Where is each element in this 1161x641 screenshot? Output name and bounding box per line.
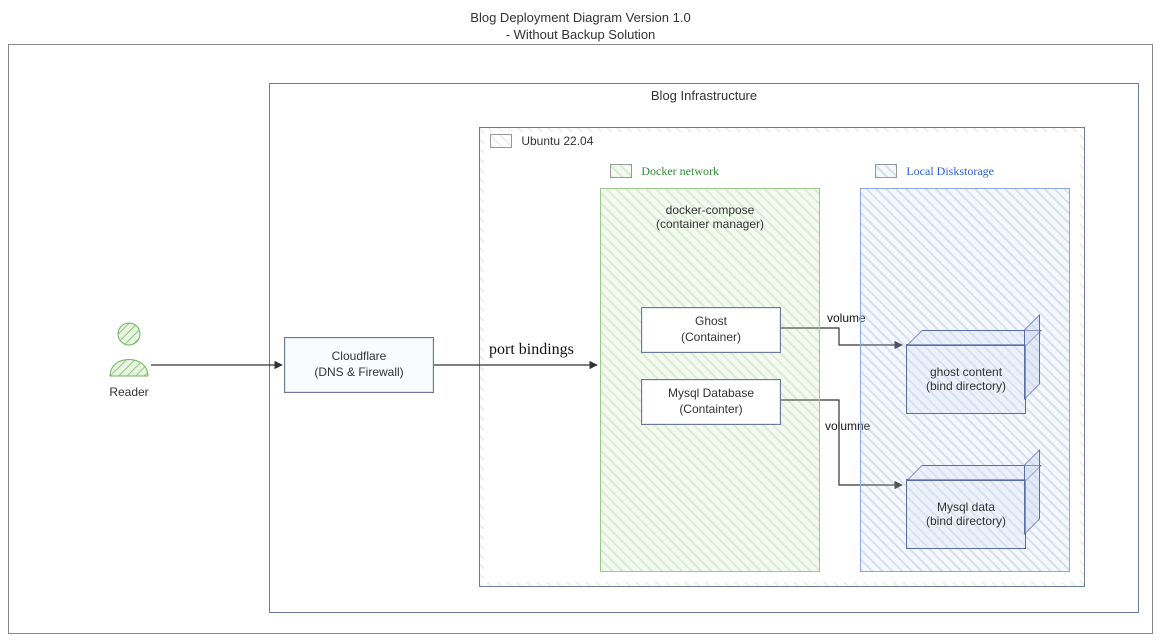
- region-local-disk: ghost content (bind directory) Mysql dat…: [860, 188, 1070, 572]
- vol-ghost-line2: (bind directory): [926, 379, 1006, 393]
- canvas-frame: Reader Cloudflare (DNS & Firewall) Blog …: [8, 44, 1153, 634]
- ghost-line1: Ghost: [695, 314, 727, 330]
- node-mysql: Mysql Database (Containter): [641, 379, 781, 425]
- user-icon: [106, 320, 152, 378]
- vol-mysql-line1: Mysql data: [937, 500, 995, 514]
- volume-mysql-data: Mysql data (bind directory): [906, 479, 1026, 549]
- docker-net-title: Docker network: [641, 164, 719, 178]
- actor-reader: Reader: [99, 320, 159, 399]
- compose-label: docker-compose (container manager): [601, 203, 819, 231]
- disk-label: Local Diskstorage: [875, 164, 994, 179]
- swatch-icon: [610, 164, 632, 178]
- mysql-line2: (Containter): [679, 402, 742, 418]
- node-ghost: Ghost (Container): [641, 307, 781, 353]
- title-line2: - Without Backup Solution: [0, 27, 1161, 44]
- ghost-line2: (Container): [681, 330, 741, 346]
- region-docker-network: docker-compose (container manager) Ghost…: [600, 188, 820, 572]
- swatch-icon: [875, 164, 897, 178]
- ubuntu-title-wrap: Ubuntu 22.04: [490, 134, 593, 148]
- swatch-icon: [490, 134, 512, 148]
- disk-title: Local Diskstorage: [906, 164, 994, 178]
- compose-line2: (container manager): [601, 217, 819, 231]
- docker-net-label: Docker network: [610, 164, 719, 179]
- vol-ghost-line1: ghost content: [930, 365, 1002, 379]
- compose-line1: docker-compose: [601, 203, 819, 217]
- volume-ghost-content: ghost content (bind directory): [906, 344, 1026, 414]
- edge-label-port: port bindings: [489, 341, 574, 359]
- infra-title: Blog Infrastructure: [270, 88, 1138, 103]
- diagram-title: Blog Deployment Diagram Version 1.0 - Wi…: [0, 10, 1161, 44]
- mysql-line1: Mysql Database: [668, 386, 754, 402]
- actor-label: Reader: [99, 385, 159, 399]
- ubuntu-title: Ubuntu 22.04: [521, 134, 593, 148]
- title-line1: Blog Deployment Diagram Version 1.0: [0, 10, 1161, 27]
- vol-mysql-line2: (bind directory): [926, 514, 1006, 528]
